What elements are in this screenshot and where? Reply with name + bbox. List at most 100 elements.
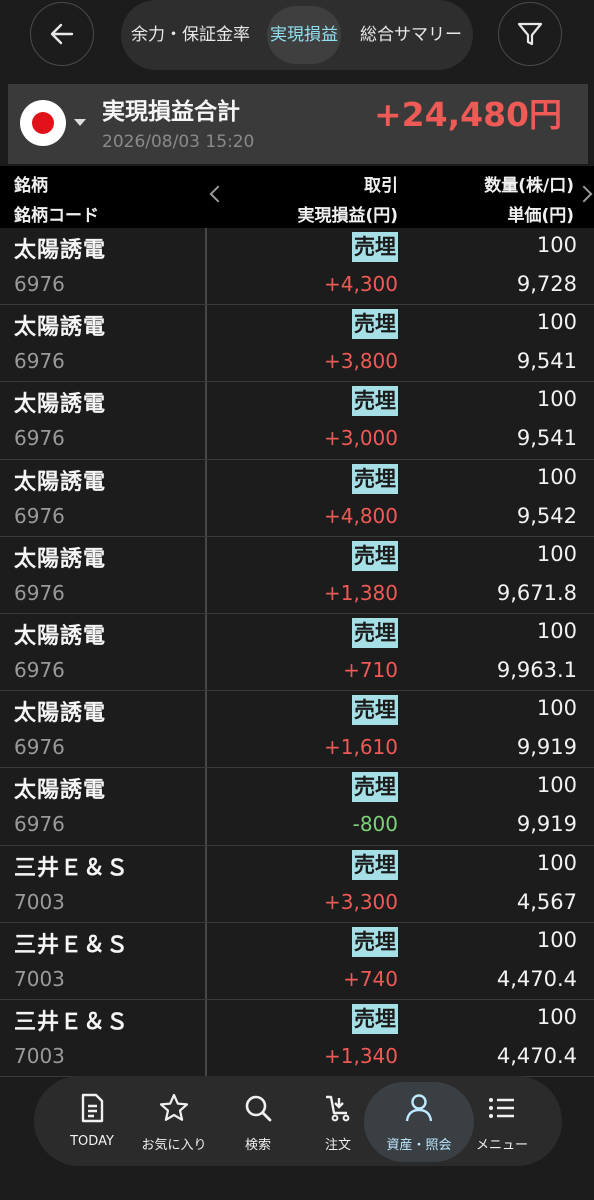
table-row[interactable]: 太陽誘電 6976 売埋 +3,000 100 9,541 [0, 382, 594, 460]
stock-code: 6976 [14, 272, 65, 296]
trade-type-badge: 売埋 [352, 232, 398, 262]
column-divider [205, 845, 207, 922]
stock-code: 6976 [14, 580, 65, 605]
unit-price: 4,470.4 [496, 966, 577, 991]
unit-price: 4,567 [516, 889, 577, 914]
nav-label: 検索 [244, 1138, 271, 1153]
stock-code: 6976 [14, 812, 65, 837]
tab-margin[interactable]: 余力・保証金率 [131, 0, 250, 70]
stock-name: 太陽誘電 [14, 546, 107, 572]
header-qty: 数量(株/口) [484, 176, 574, 196]
realized-pl: +1,340 [323, 1043, 398, 1068]
column-divider [205, 536, 207, 613]
tab-realized-pl[interactable]: 実現損益 [270, 0, 338, 70]
header-trade: 取引 [364, 176, 398, 196]
quantity: 100 [536, 387, 577, 412]
column-divider [205, 382, 207, 459]
chevron-right-icon[interactable] [575, 185, 593, 203]
stock-code: 6976 [14, 349, 65, 374]
tab-summary[interactable]: 総合サマリー [360, 0, 462, 70]
unit-price: 9,541 [516, 426, 577, 451]
nav-today[interactable]: TODAY [52, 1076, 132, 1166]
stock-code: 6976 [14, 657, 65, 682]
stock-code: 6976 [14, 426, 65, 451]
nav-label: 注文 [324, 1138, 351, 1153]
unit-price: 9,728 [516, 272, 577, 296]
quantity: 100 [536, 541, 577, 566]
cart-icon [326, 1095, 350, 1122]
realized-pl: +4,300 [323, 272, 398, 296]
stock-name: 太陽誘電 [14, 778, 107, 804]
table-row[interactable]: 太陽誘電 6976 売埋 +4,300 100 9,728 [0, 228, 594, 306]
quantity: 100 [536, 1004, 577, 1029]
table-row[interactable]: 三井Ｅ＆Ｓ 7003 売埋 +1,340 100 4,470.4 [0, 999, 594, 1078]
nav-assets[interactable]: 資産・照会 [379, 1076, 459, 1166]
stock-code: 7003 [14, 966, 65, 991]
back-button[interactable] [30, 2, 94, 66]
trade-type-badge: 売埋 [352, 463, 398, 494]
quantity: 100 [536, 618, 577, 643]
stock-name: 三井Ｅ＆Ｓ [14, 1009, 130, 1035]
stock-code: 6976 [14, 503, 65, 528]
table-row[interactable]: 太陽誘電 6976 売埋 +1,610 100 9,919 [0, 691, 594, 769]
column-divider [205, 613, 207, 691]
realized-pl: +3,300 [323, 889, 398, 914]
realized-pl: +3,800 [323, 349, 398, 374]
arrow-left-icon [50, 23, 74, 45]
realized-pl: +740 [343, 966, 398, 991]
realized-pl: -800 [352, 812, 398, 837]
table-row[interactable]: 太陽誘電 6976 売埋 +4,800 100 9,542 [0, 459, 594, 537]
document-icon [81, 1093, 104, 1123]
table-row[interactable]: 三井Ｅ＆Ｓ 7003 売埋 +740 100 4,470.4 [0, 922, 594, 1000]
segment-tabs: 余力・保証金率 実現損益 総合サマリー [121, 0, 473, 70]
menu-list-icon [489, 1098, 514, 1118]
unit-price: 9,541 [516, 349, 577, 374]
realized-pl: +4,800 [323, 503, 398, 528]
chevron-left-icon[interactable] [209, 185, 227, 203]
unit-price: 9,671.8 [496, 580, 577, 605]
header-pl: 実現損益(円) [297, 206, 398, 226]
stock-name: 三井Ｅ＆Ｓ [14, 932, 130, 958]
unit-price: 9,919 [516, 735, 577, 760]
column-divider [205, 922, 207, 999]
trade-type-badge: 売埋 [352, 849, 398, 880]
column-divider [205, 305, 207, 382]
nav-favorites[interactable]: お気に入り [134, 1076, 214, 1166]
realized-pl: +1,380 [323, 580, 398, 605]
search-icon [245, 1095, 272, 1122]
table-row[interactable]: 太陽誘電 6976 売埋 +3,800 100 9,541 [0, 305, 594, 383]
stock-code: 7003 [14, 889, 65, 914]
trade-type-badge: 売埋 [352, 617, 398, 648]
summary-title: 実現損益合計 [102, 99, 240, 125]
nav-search[interactable]: 検索 [218, 1076, 298, 1166]
column-divider [205, 691, 207, 768]
japan-flag-icon[interactable] [20, 100, 66, 146]
trade-type-badge: 売埋 [352, 926, 398, 957]
nav-label: お気に入り [141, 1138, 207, 1153]
quantity: 100 [536, 927, 577, 952]
realized-pl: +3,000 [323, 426, 398, 451]
nav-order[interactable]: 注文 [298, 1076, 378, 1166]
table-header: 銘柄 銘柄コード 取引 実現損益(円) 数量(株/口) 単価(円) [0, 166, 594, 228]
summary-date: 2026/08/03 15:20 [102, 132, 255, 152]
trade-type-badge: 売埋 [352, 772, 398, 803]
table-row[interactable]: 太陽誘電 6976 売埋 +710 100 9,963.1 [0, 613, 594, 692]
person-icon [405, 1094, 433, 1122]
table-row[interactable]: 太陽誘電 6976 売埋 +1,380 100 9,671.8 [0, 536, 594, 614]
top-bar: 余力・保証金率 実現損益 総合サマリー [0, 0, 594, 82]
pl-list: 太陽誘電 6976 売埋 +4,300 100 9,728 太陽誘電 6976 … [0, 228, 594, 1078]
star-icon [159, 1093, 189, 1121]
table-row[interactable]: 太陽誘電 6976 売埋 -800 100 9,919 [0, 768, 594, 846]
quantity: 100 [536, 773, 577, 798]
stock-name: 三井Ｅ＆Ｓ [14, 855, 130, 881]
filter-button[interactable] [498, 2, 562, 66]
chevron-down-icon[interactable] [74, 119, 86, 126]
stock-name: 太陽誘電 [14, 238, 107, 263]
quantity: 100 [536, 850, 577, 875]
header-price: 単価(円) [507, 206, 574, 226]
quantity: 100 [536, 233, 577, 257]
stock-name: 太陽誘電 [14, 315, 107, 341]
quantity: 100 [536, 464, 577, 489]
nav-menu[interactable]: メニュー [462, 1076, 542, 1166]
table-row[interactable]: 三井Ｅ＆Ｓ 7003 売埋 +3,300 100 4,567 [0, 845, 594, 923]
